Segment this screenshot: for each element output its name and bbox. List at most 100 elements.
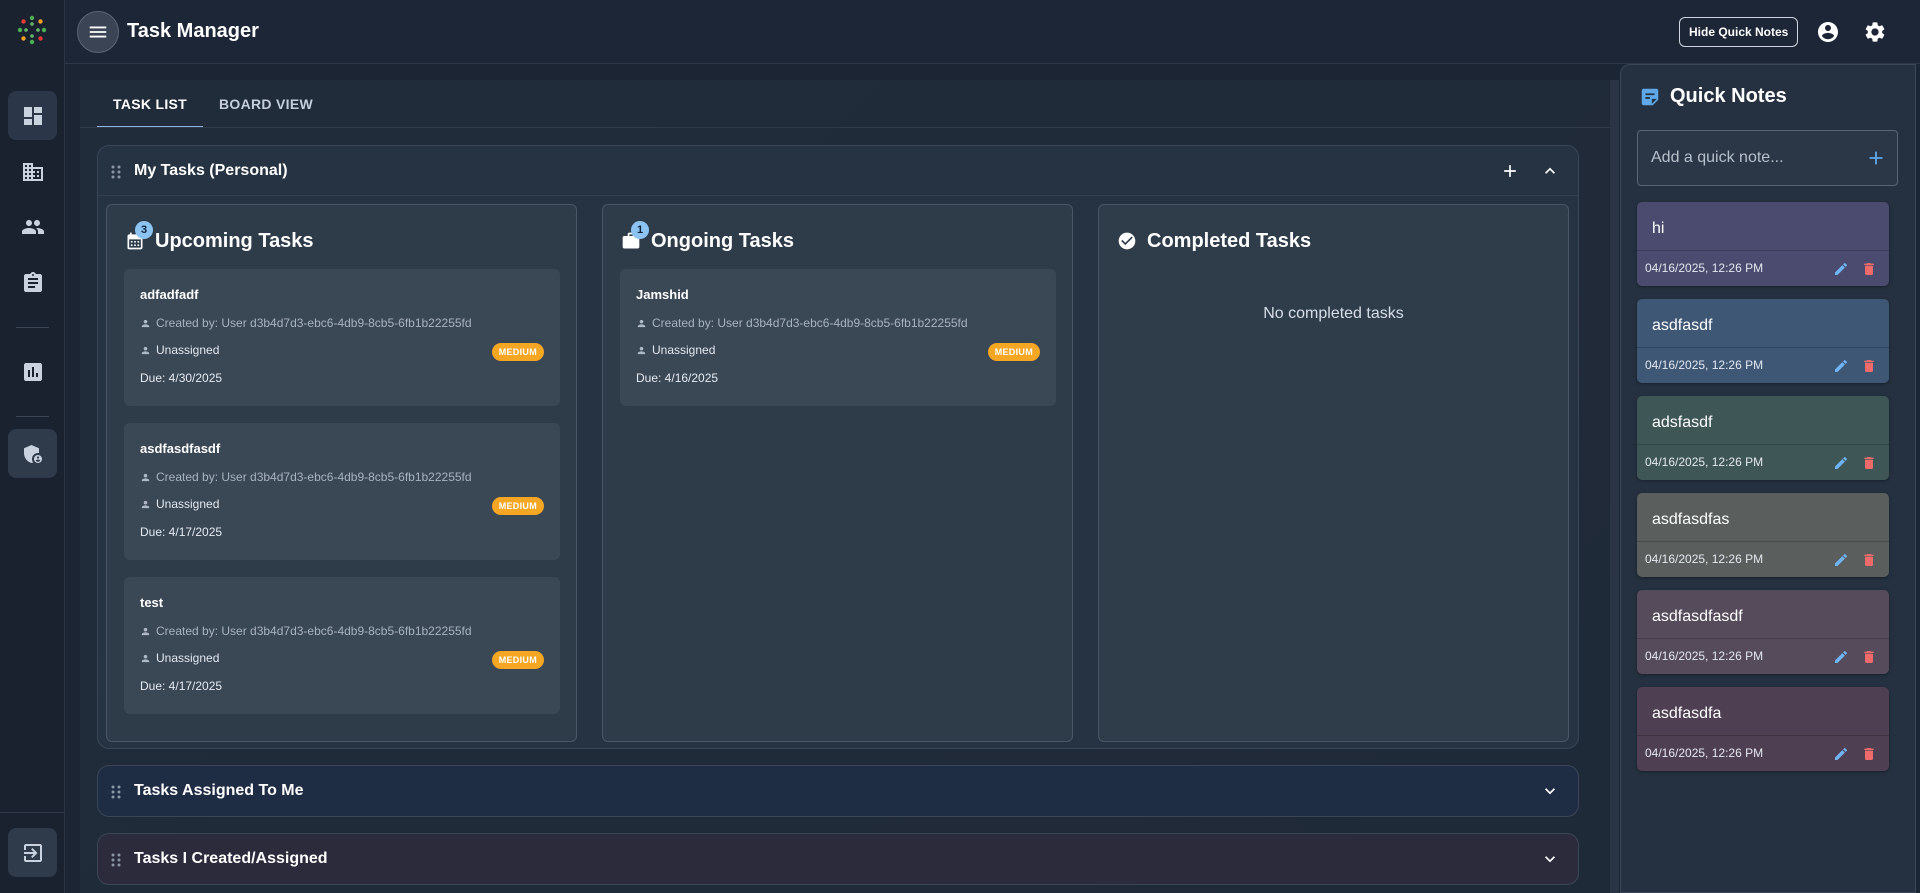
quick-note-text: asdfasdfas (1652, 511, 1730, 528)
business-icon (22, 162, 43, 181)
edit-note-button[interactable] (1831, 356, 1851, 376)
scrollbar[interactable] (1610, 80, 1619, 893)
task-title: asdfasdfasdf (140, 441, 221, 456)
task-card[interactable]: Jamshid Created by: User d3b4d7d3-ebc6-4… (620, 269, 1056, 406)
delete-note-button[interactable] (1859, 453, 1879, 473)
delete-note-button[interactable] (1859, 550, 1879, 570)
assignee-text: Unassigned (156, 651, 220, 665)
column-title: Ongoing Tasks (651, 229, 794, 252)
edit-note-button[interactable] (1831, 550, 1851, 570)
tab-task-list[interactable]: TASK LIST (97, 80, 203, 128)
account-button[interactable] (1815, 19, 1841, 45)
menu-button[interactable] (77, 11, 119, 53)
settings-button[interactable] (1862, 19, 1888, 45)
quick-note-card[interactable]: adsfasdf 04/16/2025, 12:26 PM (1637, 396, 1889, 480)
analytics-icon (23, 362, 42, 381)
group-my-tasks: My Tasks (Personal) 3 Upcoming Tasks adf… (97, 145, 1579, 749)
pencil-icon (1835, 553, 1848, 566)
expand-button[interactable] (1538, 779, 1562, 803)
quick-note-footer: 04/16/2025, 12:26 PM (1637, 250, 1889, 286)
delete-note-button[interactable] (1859, 647, 1879, 667)
created-by-text: Created by: User d3b4d7d3-ebc6-4db9-8cb5… (156, 316, 472, 330)
view-tabs: TASK LIST BOARD VIEW (97, 80, 329, 128)
people-icon (21, 219, 44, 234)
group-header[interactable]: My Tasks (Personal) (98, 146, 1578, 196)
column-title: Upcoming Tasks (155, 229, 314, 252)
person-icon (141, 654, 150, 662)
quick-note-card[interactable]: asdfasdfas 04/16/2025, 12:26 PM (1637, 493, 1889, 577)
edit-note-button[interactable] (1831, 259, 1851, 279)
trash-icon (1864, 263, 1874, 275)
chevron-down-icon (1545, 856, 1555, 863)
task-card[interactable]: adfadfadf Created by: User d3b4d7d3-ebc6… (124, 269, 560, 406)
quick-note-footer: 04/16/2025, 12:26 PM (1637, 735, 1889, 771)
person-icon (141, 473, 150, 481)
task-due-date: Due: 4/17/2025 (140, 679, 223, 693)
person-icon (141, 346, 150, 354)
logout-icon (23, 843, 42, 862)
task-due-date: Due: 4/30/2025 (140, 371, 223, 385)
pencil-icon (1835, 747, 1848, 760)
quick-note-card[interactable]: asdfasdfa 04/16/2025, 12:26 PM (1637, 687, 1889, 771)
delete-note-button[interactable] (1859, 259, 1879, 279)
nav-people[interactable] (8, 202, 57, 251)
drag-handle-icon[interactable] (110, 784, 122, 800)
edit-note-button[interactable] (1831, 453, 1851, 473)
trash-icon (1864, 360, 1874, 372)
person-icon (141, 627, 150, 635)
tab-board-view[interactable]: BOARD VIEW (203, 80, 329, 128)
nav-dashboard[interactable] (8, 91, 57, 140)
delete-note-button[interactable] (1859, 744, 1879, 764)
account-circle-icon (1818, 22, 1838, 42)
task-title: adfadfadf (140, 287, 199, 302)
edit-note-button[interactable] (1831, 744, 1851, 764)
chevron-down-icon (1545, 788, 1555, 795)
quick-note-time: 04/16/2025, 12:26 PM (1645, 746, 1764, 760)
nav-analytics[interactable] (8, 347, 57, 396)
expand-button[interactable] (1538, 847, 1562, 871)
nav-admin[interactable] (8, 429, 57, 478)
sticky-note-icon (1641, 88, 1659, 105)
trash-icon (1864, 651, 1874, 663)
column-completed: Completed Tasks No completed tasks (1098, 204, 1569, 742)
group-header[interactable]: Tasks I Created/Assigned (98, 834, 1578, 884)
pencil-icon (1835, 359, 1848, 372)
quick-note-footer: 04/16/2025, 12:26 PM (1637, 541, 1889, 577)
plus-icon (1504, 165, 1516, 177)
drag-handle-icon[interactable] (110, 164, 122, 180)
quick-note-card[interactable]: hi 04/16/2025, 12:26 PM (1637, 202, 1889, 286)
side-rail (0, 0, 65, 893)
delete-note-button[interactable] (1859, 356, 1879, 376)
task-created-by: Created by: User d3b4d7d3-ebc6-4db9-8cb5… (140, 624, 472, 638)
edit-note-button[interactable] (1831, 647, 1851, 667)
logout-button[interactable] (8, 828, 57, 877)
nav-tasks[interactable] (8, 258, 57, 307)
count-badge: 1 (631, 221, 649, 239)
task-card[interactable]: asdfasdfasdf Created by: User d3b4d7d3-e… (124, 423, 560, 560)
column-title: Completed Tasks (1147, 229, 1312, 252)
rail-divider (0, 812, 65, 813)
briefcase-icon: 1 (621, 221, 649, 251)
quick-notes-panel: Quick Notes hi04/16/2025, 12:26 PMasdfas… (1620, 64, 1916, 893)
empty-state-text: No completed tasks (1263, 305, 1404, 322)
person-icon (141, 500, 150, 508)
menu-icon (89, 26, 107, 38)
quick-note-card[interactable]: asdfasdf 04/16/2025, 12:26 PM (1637, 299, 1889, 383)
count-badge: 3 (135, 221, 153, 239)
collapse-button[interactable] (1538, 159, 1562, 183)
quick-note-input[interactable] (1638, 131, 1858, 185)
quick-note-time: 04/16/2025, 12:26 PM (1645, 455, 1764, 469)
person-icon (637, 346, 646, 354)
drag-handle-icon[interactable] (110, 852, 122, 868)
hide-quick-notes-button[interactable]: Hide Quick Notes (1679, 17, 1799, 47)
group-header[interactable]: Tasks Assigned To Me (98, 766, 1578, 816)
quick-note-card[interactable]: asdfasdfasdf 04/16/2025, 12:26 PM (1637, 590, 1889, 674)
priority-badge: MEDIUM (987, 343, 1040, 361)
nav-organizations[interactable] (8, 147, 57, 196)
add-task-button[interactable] (1498, 159, 1522, 183)
add-note-button[interactable] (1865, 147, 1887, 169)
column-ongoing: 1 Ongoing Tasks Jamshid Created by: User… (602, 204, 1073, 742)
task-due-date: Due: 4/17/2025 (140, 525, 223, 539)
task-card[interactable]: test Created by: User d3b4d7d3-ebc6-4db9… (124, 577, 560, 714)
quick-note-time: 04/16/2025, 12:26 PM (1645, 649, 1764, 663)
